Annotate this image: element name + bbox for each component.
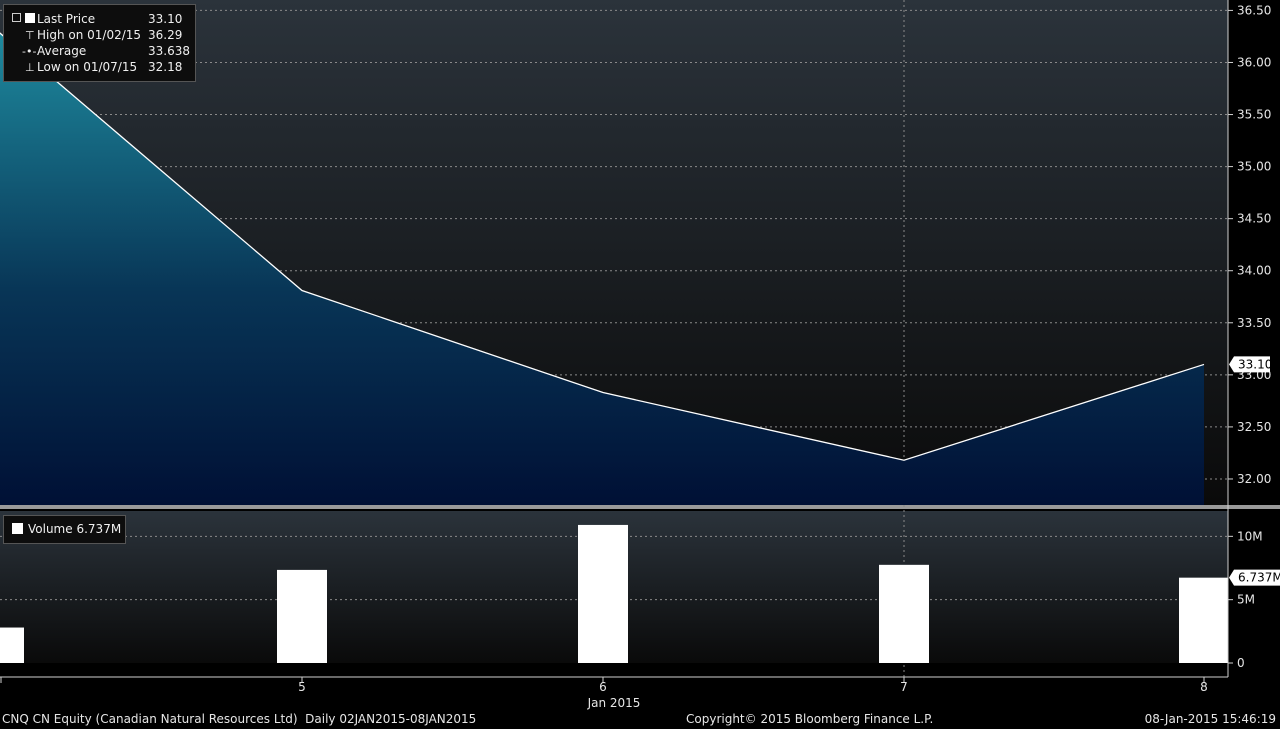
volume-y-axis-ticks: 0 5M 10M [1228, 529, 1263, 670]
footer-timestamp: 08-Jan-2015 15:46:19 [1144, 712, 1276, 726]
x-tick-label: 5 [298, 680, 306, 694]
last-volume-flag-label: 6.737M [1238, 571, 1280, 585]
price-tick-label: 36.50 [1237, 3, 1271, 17]
footer-security-description: CNQ CN Equity (Canadian Natural Resource… [2, 712, 477, 726]
legend-value-high: 36.29 [148, 28, 183, 42]
price-tick-label: 33.50 [1237, 316, 1271, 330]
high-marker-icon: ⊤ [25, 29, 35, 42]
low-marker-icon: ⊥ [25, 61, 35, 74]
legend-label-high: High on 01/02/15 [37, 28, 142, 42]
last-price-swatch-icon [12, 13, 21, 22]
legend-value-last-price: 33.10 [148, 12, 183, 26]
average-marker-icon: -•- [22, 45, 37, 58]
volume-bar [1179, 577, 1228, 663]
volume-swatch [12, 523, 23, 534]
volume-tick-label: 10M [1237, 529, 1263, 543]
chart-canvas: 32.0032.5033.0033.5034.0034.5035.0035.50… [0, 0, 1280, 710]
volume-bar [879, 564, 929, 663]
price-tick-label: 35.50 [1237, 108, 1271, 122]
x-axis-ticks: 5 6 7 8 [0, 677, 1208, 694]
legend-label-low: Low on 01/07/15 [37, 60, 138, 74]
legend-value-volume: 6.737M [76, 522, 122, 536]
volume-bar [0, 627, 24, 663]
last-price-swatch [25, 13, 35, 23]
volume-tick-label: 0 [1237, 656, 1245, 670]
x-tick-label: 8 [1200, 680, 1208, 694]
footer-copyright: Copyright© 2015 Bloomberg Finance L.P. [686, 712, 934, 726]
price-legend[interactable]: Last Price 33.10 ⊤ High on 01/02/15 36.29 … [3, 4, 196, 82]
volume-legend[interactable]: Volume 6.737M [3, 515, 126, 544]
x-tick-label: 6 [599, 680, 607, 694]
x-axis-month-label: Jan 2015 [587, 696, 641, 710]
price-y-axis-ticks: 32.0032.5033.0033.5034.0034.5035.0035.50… [1228, 3, 1271, 486]
price-tick-label: 34.50 [1237, 212, 1271, 226]
price-tick-label: 34.00 [1237, 264, 1271, 278]
volume-tick-label: 5M [1237, 593, 1255, 607]
price-tick-label: 36.00 [1237, 55, 1271, 69]
last-volume-flag: 6.737M [1229, 569, 1280, 586]
x-tick-label: 7 [900, 680, 908, 694]
price-tick-label: 32.00 [1237, 472, 1271, 486]
legend-label-volume: Volume [28, 522, 73, 536]
price-tick-label: 35.00 [1237, 160, 1271, 174]
legend-value-low: 32.18 [148, 60, 183, 74]
legend-label-average: Average [37, 44, 87, 58]
volume-bar [277, 569, 327, 663]
volume-bar [578, 524, 628, 663]
legend-value-average: 33.638 [148, 44, 190, 58]
last-price-flag: 33.10 [1229, 356, 1272, 373]
last-price-flag-label: 33.10 [1238, 357, 1272, 371]
price-tick-label: 32.50 [1237, 420, 1271, 434]
panel-divider[interactable] [0, 505, 1280, 509]
legend-label-last-price: Last Price [37, 12, 96, 26]
